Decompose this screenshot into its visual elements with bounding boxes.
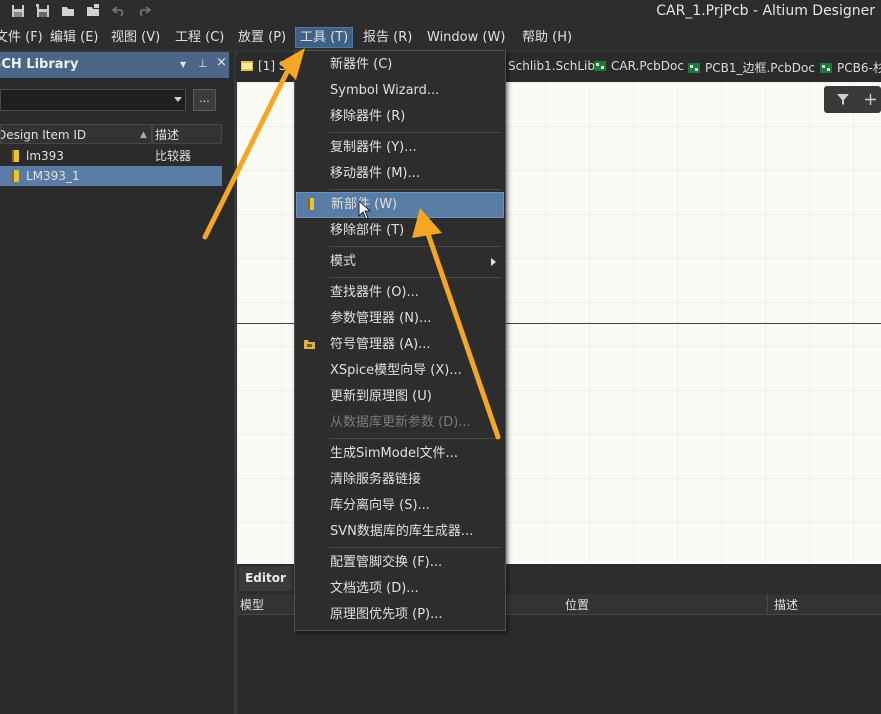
menu-separator (329, 246, 501, 247)
browse-button[interactable]: ... (193, 89, 216, 111)
cell-id: LM393_1 (26, 169, 80, 183)
menu-item-generate-simmodel[interactable]: 生成SimModel文件... (296, 442, 504, 466)
column-divider (507, 594, 508, 614)
column-desc[interactable]: 描述 (774, 596, 798, 613)
menu-item-update-schematics[interactable]: 更新到原理图 (U) (296, 385, 504, 409)
menu-file[interactable]: 文件 (F) (0, 28, 47, 47)
symbol-manager-icon (304, 340, 315, 349)
panel-title: SCH Library (0, 57, 79, 72)
menu-item-find-component[interactable]: 查找器件 (O)... (296, 281, 504, 305)
tab-editor[interactable]: Editor (239, 566, 292, 591)
table-row[interactable]: lm393 比较器 (0, 146, 222, 166)
menu-item-xspice-wizard[interactable]: XSpice模型向导 (X)... (296, 359, 504, 383)
redo-icon[interactable] (137, 4, 151, 18)
menu-separator (329, 132, 501, 133)
sch-library-panel: SCH Library ▼ ⊥ × ... Design Item ID ▲ 描… (0, 52, 234, 714)
search-combo[interactable] (0, 89, 186, 111)
component-icon (12, 170, 19, 182)
menu-separator (329, 189, 501, 190)
menu-item-symbol-manager[interactable]: 符号管理器 (A)... (296, 333, 504, 357)
column-header-id[interactable]: Design Item ID ▲ (0, 124, 152, 144)
submenu-arrow-icon (491, 258, 496, 266)
menu-item-parameter-manager[interactable]: 参数管理器 (N)... (296, 307, 504, 331)
chevron-down-icon[interactable] (174, 97, 182, 102)
column-id-label: Design Item ID (0, 128, 87, 142)
menu-separator (329, 438, 501, 439)
tab-pcb6[interactable]: PCB6-杉 (820, 59, 881, 76)
menu-bar: 文件 (F) 编辑 (E) 视图 (V) 工程 (C) 放置 (P) 工具 (T… (0, 24, 881, 52)
menu-tools[interactable]: 工具 (T) (295, 27, 354, 48)
tab-label: PCB1_边框.PcbDoc (705, 61, 815, 75)
open-folder-icon[interactable] (61, 4, 75, 18)
new-part-icon (308, 198, 314, 210)
menu-item-move-component[interactable]: 移动器件 (M)... (296, 162, 504, 186)
filter-icon[interactable] (836, 93, 850, 106)
open-project-icon[interactable] (86, 4, 100, 18)
menu-place[interactable]: 放置 (P) (234, 28, 290, 47)
pcb-doc-icon (820, 63, 832, 73)
tab-pcb1[interactable]: PCB1_边框.PcbDoc (688, 59, 815, 76)
pcb-doc-icon (688, 63, 700, 73)
save-icon[interactable] (11, 4, 25, 18)
tab-label: CAR.PcbDoc (611, 59, 684, 73)
canvas-toolbar (824, 86, 881, 113)
menu-item-copy-component[interactable]: 复制器件 (Y)... (296, 136, 504, 160)
column-divider (767, 594, 768, 614)
tab-label: Schlib1.SchLib (508, 59, 596, 73)
menu-item-library-splitter[interactable]: 库分离向导 (S)... (296, 494, 504, 518)
menu-item-document-options[interactable]: 文档选项 (D)... (296, 577, 504, 601)
window-title: CAR_1.PrjPcb - Altium Designer (656, 3, 875, 19)
pin-icon[interactable]: ⊥ (198, 57, 208, 70)
menu-separator (329, 277, 501, 278)
save-all-icon[interactable] (36, 4, 50, 18)
menu-item-new-component[interactable]: 新器件 (C) (296, 53, 504, 77)
tools-menu: 新器件 (C) Symbol Wizard... 移除器件 (R) 复制器件 (… (294, 50, 506, 631)
menu-item-new-part[interactable]: 新部件 (W) (296, 192, 504, 218)
menu-item-remove-component[interactable]: 移除器件 (R) (296, 105, 504, 129)
tab-car-pcb[interactable]: CAR.PcbDoc (594, 59, 684, 73)
menu-item-remove-part[interactable]: 移除部件 (T) (296, 219, 504, 243)
pcb-doc-icon (594, 61, 606, 71)
title-bar: CAR_1.PrjPcb - Altium Designer (0, 0, 881, 24)
cell-desc: 比较器 (155, 149, 192, 163)
sort-icon: ▲ (140, 130, 147, 140)
panel-header: SCH Library ▼ ⊥ × (0, 52, 229, 78)
column-location[interactable]: 位置 (565, 596, 589, 613)
menu-item-configure-pin-swap[interactable]: 配置管脚交换 (F)... (296, 551, 504, 575)
close-icon[interactable]: × (216, 55, 227, 70)
tab-sheet[interactable]: [1] She (241, 59, 301, 73)
menu-item-clear-server-links[interactable]: 清除服务器链接 (296, 468, 504, 492)
column-header-desc[interactable]: 描述 (152, 124, 222, 144)
menu-item-schematic-preferences[interactable]: 原理图优先项 (P)... (296, 603, 504, 627)
menu-edit[interactable]: 编辑 (E) (46, 28, 103, 47)
cell-id: lm393 (26, 149, 64, 163)
menu-separator (329, 547, 501, 548)
table-row[interactable]: LM393_1 (0, 166, 222, 186)
menu-window[interactable]: Window (W) (423, 28, 509, 47)
schematic-sheet-icon (241, 61, 253, 71)
menu-reports[interactable]: 报告 (R) (359, 28, 416, 47)
menu-project[interactable]: 工程 (C) (171, 28, 228, 47)
menu-item-svn-library-maker[interactable]: SVN数据库的库生成器... (296, 520, 504, 544)
tab-schlib[interactable]: Schlib1.SchLib (508, 59, 595, 73)
menu-item-symbol-wizard[interactable]: Symbol Wizard... (296, 79, 504, 103)
panel-menu-icon[interactable]: ▼ (180, 60, 186, 69)
undo-icon[interactable] (112, 4, 126, 18)
menu-help[interactable]: 帮助 (H) (518, 28, 576, 47)
menu-view[interactable]: 视图 (V) (107, 28, 164, 47)
tab-label: PCB6-杉 (837, 61, 881, 75)
menu-item-update-from-database: 从数据库更新参数 (D)... (330, 415, 471, 430)
component-icon (12, 150, 19, 162)
menu-item-mode[interactable]: 模式 (296, 250, 504, 274)
add-icon[interactable] (864, 93, 877, 106)
column-model[interactable]: 模型 (240, 596, 264, 613)
